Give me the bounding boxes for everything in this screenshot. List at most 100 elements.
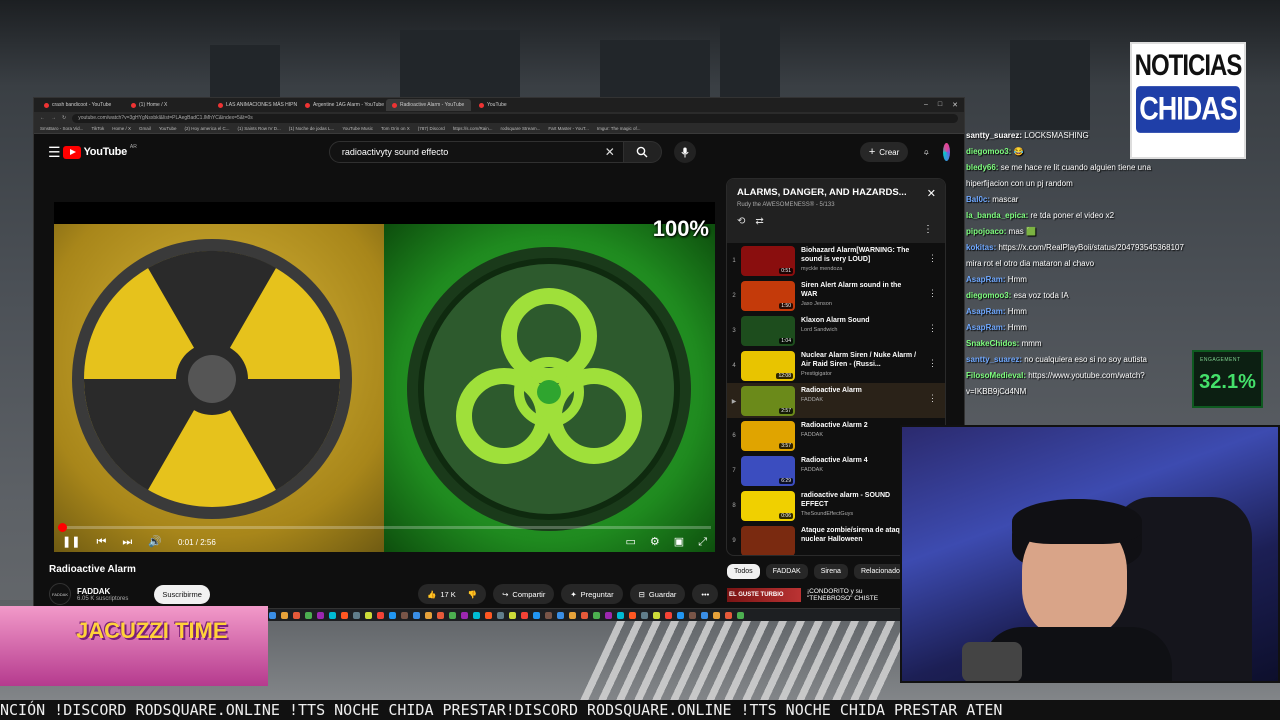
share-button[interactable]: ↪ Compartir [493,584,555,604]
notifications-bell-icon[interactable] [924,146,929,159]
taskbar-app-icon[interactable] [449,611,456,619]
taskbar-app-icon[interactable] [737,611,744,619]
item-more-icon[interactable]: ⋮ [928,393,937,404]
taskbar-app-icon[interactable] [509,611,516,619]
forward-icon[interactable]: → [51,115,56,121]
taskbar-app-icon[interactable] [269,611,276,619]
taskbar-app-icon[interactable] [677,611,684,619]
bookmark-item[interactable]: YouTube [159,126,177,131]
bookmark-item[interactable]: Fart Master - YouT... [548,126,589,131]
maximize-icon[interactable]: □ [938,101,942,109]
playlist-item[interactable]: 4 12:08 Nuclear Alarm Siren / Nuke Alarm /… [727,348,945,383]
more-actions-button[interactable]: ••• [692,584,719,604]
bookmark-item[interactable]: Imgur: The magic of... [597,126,641,131]
bookmark-item[interactable]: rodsquare Stream... [501,126,541,131]
like-button[interactable]: 👍 17 K 👎 [418,584,487,604]
volume-icon[interactable]: 🔊 [148,536,162,548]
video-player[interactable]: 100% ❚❚ ⏮ ⏭ 🔊 0:01 / 2:56 ▭ ⚙ ▣ ⤢ [54,202,715,552]
bookmark-item[interactable]: (787) Discord [418,126,445,131]
taskbar-app-icon[interactable] [341,611,348,619]
playlist-item[interactable]: 3 1:04 Klaxon Alarm Sound Lord Sandwich ⋮ [727,313,945,348]
fullscreen-icon[interactable]: ⤢ [698,536,707,548]
close-icon[interactable]: ✕ [952,101,958,109]
recommended-video[interactable]: EL GUSTE TURBIO ¡CONDORITO y su "TENEBRO… [727,588,907,602]
taskbar-app-icon[interactable] [725,611,732,619]
taskbar-app-icon[interactable] [569,611,576,619]
taskbar-app-icon[interactable] [665,611,672,619]
bookmark-item[interactable]: (2) Hoy america el C... [185,126,230,131]
bookmark-item[interactable]: TikTok [91,126,104,131]
taskbar-app-icon[interactable] [653,611,660,619]
taskbar-app-icon[interactable] [305,611,312,619]
taskbar-app-icon[interactable] [629,611,636,619]
taskbar-app-icon[interactable] [533,611,540,619]
bookmark-item[interactable]: Gmail [139,126,151,131]
thumbs-down-icon[interactable]: 👎 [468,590,477,599]
item-more-icon[interactable]: ⋮ [928,253,937,264]
item-more-icon[interactable]: ⋮ [928,323,937,334]
item-more-icon[interactable]: ⋮ [928,288,937,299]
taskbar-app-icon[interactable] [497,611,504,619]
browser-tab[interactable]: Argentine 1AG Alarm - YouTube [299,99,384,111]
taskbar-app-icon[interactable] [641,611,648,619]
taskbar-app-icon[interactable] [389,611,396,619]
filter-chip[interactable]: Relacionado [853,564,907,579]
shuffle-icon[interactable]: ⇄ [755,216,763,227]
playlist-more-icon[interactable]: ⋮ [923,224,933,235]
taskbar-app-icon[interactable] [293,611,300,619]
minimize-icon[interactable]: – [924,101,928,109]
taskbar-app-icon[interactable] [701,611,708,619]
taskbar-app-icon[interactable] [713,611,720,619]
ask-button[interactable]: ✦ Preguntar [561,584,623,604]
taskbar-app-icon[interactable] [617,611,624,619]
taskbar-app-icon[interactable] [425,611,432,619]
search-input[interactable]: radioactivyty sound effecto ✕ [328,141,624,163]
taskbar-app-icon[interactable] [557,611,564,619]
taskbar-app-icon[interactable] [461,611,468,619]
taskbar-app-icon[interactable] [365,611,372,619]
taskbar-app-icon[interactable] [281,611,288,619]
playlist-item[interactable]: ▶ 2:57 Radioactive Alarm FADDAK ⋮ [727,383,945,418]
taskbar-app-icon[interactable] [521,611,528,619]
address-field[interactable]: youtube.com/watch?v=3gHYgNsxbkl&list=PLA… [72,113,958,123]
taskbar-app-icon[interactable] [485,611,492,619]
channel-name[interactable]: FADDAK [77,587,128,596]
playlist-item[interactable]: 2 1:50 Siren Alert Alarm sound in the WAR J… [727,278,945,313]
search-button[interactable] [623,141,662,163]
bookmark-item[interactable]: Tom Orin on X [381,126,410,131]
bookmark-item[interactable]: YouTube Music [342,126,373,131]
playlist-item[interactable]: 1 0:51 Biohazard Alarm[WARNING: The sound … [727,243,945,278]
taskbar-app-icon[interactable] [689,611,696,619]
bookmark-item[interactable]: (1) Saints Row IV D... [238,126,281,131]
taskbar-app-icon[interactable] [605,611,612,619]
taskbar-app-icon[interactable] [473,611,480,619]
miniplayer-icon[interactable]: ▣ [674,536,684,548]
settings-gear-icon[interactable]: ⚙ [650,536,660,548]
subtitles-icon[interactable]: ▭ [626,536,636,548]
youtube-logo[interactable]: YouTube AR [62,144,137,159]
taskbar-app-icon[interactable] [377,611,384,619]
channel-avatar[interactable]: FADDAK [49,583,71,605]
filter-chip[interactable]: Sirena [813,564,848,579]
progress-scrubber[interactable] [57,523,67,532]
back-icon[interactable]: ← [40,115,45,121]
browser-tab[interactable]: YouTube [473,99,558,111]
menu-icon[interactable]: ☰ [48,144,61,161]
account-avatar[interactable] [942,143,950,161]
clear-icon[interactable]: ✕ [605,145,615,159]
pause-icon[interactable]: ❚❚ [62,536,80,548]
taskbar-app-icon[interactable] [401,611,408,619]
close-playlist-icon[interactable]: ✕ [927,187,936,200]
taskbar-app-icon[interactable] [413,611,420,619]
bookmark-item[interactable]: (1) Noche de jodas L... [289,126,335,131]
subscribe-button[interactable]: Suscribirme [154,584,210,604]
taskbar-app-icon[interactable] [581,611,588,619]
taskbar-app-icon[interactable] [353,611,360,619]
taskbar-app-icon[interactable] [593,611,600,619]
previous-icon[interactable]: ⏮ [96,536,106,548]
item-more-icon[interactable]: ⋮ [928,358,937,369]
loop-icon[interactable]: ⟲ [737,216,745,227]
browser-tab[interactable]: (1) Home / X [125,99,210,111]
next-icon[interactable]: ⏭ [122,536,132,548]
filter-chip[interactable]: Todos [727,564,760,579]
